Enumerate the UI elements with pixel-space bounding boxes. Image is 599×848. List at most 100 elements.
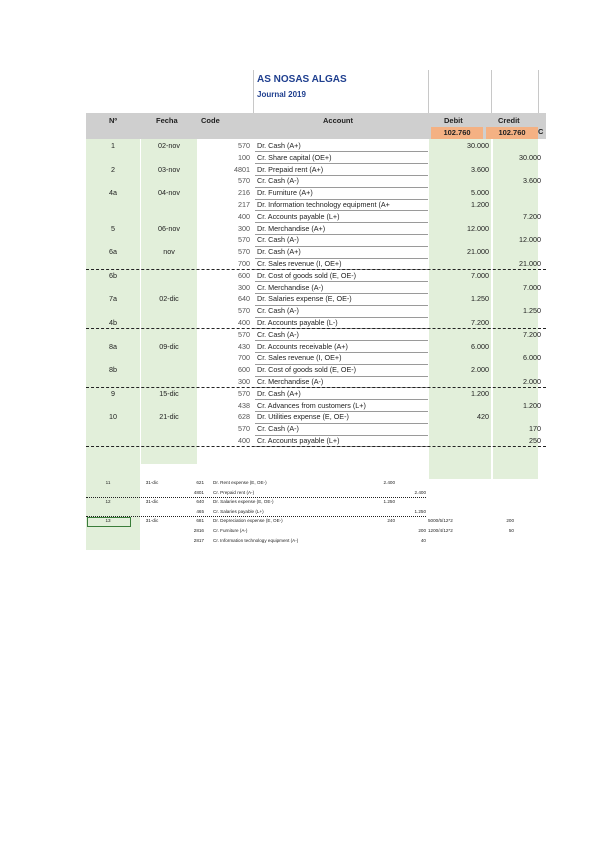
table-row: 5 06-nov 300 Dr. Merchandise (A+) 12.000	[86, 223, 546, 235]
entry-number: 11	[105, 480, 111, 485]
account-name: Cr. Cash (A-)	[257, 306, 299, 316]
credit-amount: 170	[529, 424, 541, 434]
account-name: Dr. Rent expense (E, OE-)	[213, 480, 267, 485]
account-name: Dr. Information technology equipment (A+	[257, 200, 390, 209]
table-row: 2817 Cr. Information technology equipment…	[86, 537, 526, 545]
credit-amount: 12.000	[519, 235, 541, 245]
entry-number: 8a	[109, 341, 117, 351]
account-name: Cr. Cash (A-)	[257, 235, 299, 245]
account-code: 700	[238, 353, 250, 363]
table-row: 2816 Cr. Furniture (A-) 200 1200/4/12*2 50	[86, 527, 526, 535]
account-name: Cr. Advances from customers (L+)	[257, 400, 366, 410]
table-row: 6a nov 570 Dr. Cash (A+) 21.000	[86, 246, 546, 258]
entry-number: 9	[111, 388, 115, 398]
header-debit: Debit	[444, 116, 463, 125]
account-code: 216	[238, 188, 250, 198]
table-row: 8b 600 Dr. Cost of goods sold (E, OE-) 2.00…	[86, 364, 546, 376]
entry-date: 02-dic	[159, 294, 179, 304]
account-name: Cr. Merchandise (A-)	[257, 282, 324, 292]
account-code: 600	[238, 365, 250, 375]
entry-date: 09-dic	[159, 341, 179, 351]
table-row: 400 Cr. Accounts payable (L+) 7.200	[86, 211, 546, 223]
account-code: 465	[196, 508, 204, 514]
journal-subtitle: Journal 2019	[257, 90, 306, 99]
table-row: 6b 600 Dr. Cost of goods sold (E, OE-) 7.00…	[86, 270, 546, 282]
account-code: 2816	[193, 528, 204, 533]
entry-date: 06-nov	[158, 223, 180, 233]
account-name: Cr. Salaries payable (L+)	[213, 508, 264, 514]
account-name: Dr. Depreciation expense (E, OE-)	[213, 518, 283, 524]
credit-amount: 1.250	[523, 306, 541, 316]
account-code: 621	[196, 480, 204, 485]
account-name: Cr. Prepaid rent (A-)	[213, 489, 255, 495]
account-code: 681	[196, 518, 204, 524]
entry-date: 03-nov	[158, 164, 180, 174]
account-name: Dr. Cost of goods sold (E, OE-)	[257, 365, 357, 375]
credit-amount: 7.200	[523, 329, 541, 339]
account-name: Cr. Cash (A-)	[257, 176, 299, 186]
header-partial: C	[538, 127, 544, 136]
company-title: AS NOSAS ALGAS	[257, 74, 347, 85]
account-code: 570	[238, 388, 250, 398]
account-name: Dr. Salaries expense (E, OE-)	[257, 294, 352, 304]
debit-amount: 240	[387, 518, 395, 524]
header-credit: Credit	[498, 116, 520, 125]
entry-date: nov	[163, 247, 175, 257]
credit-amount: 1.200	[523, 400, 541, 410]
debit-amount: 5.000	[471, 188, 489, 198]
table-row: 465 Cr. Salaries payable (L+) 1.250	[86, 508, 526, 516]
table-row: 4a 04-nov 216 Dr. Furniture (A+) 5.000	[86, 187, 546, 199]
account-code: 570	[238, 424, 250, 434]
account-code: 570	[238, 306, 250, 316]
journal-sheet: AS NOSAS ALGAS Journal 2019 Nº Fecha Cod…	[0, 0, 599, 848]
account-code: 570	[238, 141, 250, 150]
credit-amount: 40	[420, 537, 426, 543]
table-row: 300 Cr. Merchandise (A-) 7.000	[86, 282, 546, 294]
credit-amount: 6.000	[523, 353, 541, 363]
debit-amount: 1.200	[471, 388, 489, 398]
table-row: 12 31-dic 640 Dr. Salaries expense (E, OE-)…	[86, 498, 526, 506]
entry-number: 5	[111, 223, 115, 233]
grid-line	[491, 70, 492, 114]
account-code: 300	[238, 282, 250, 292]
account-name: Dr. Furniture (A+)	[257, 188, 313, 198]
debit-amount: 3.600	[471, 164, 489, 174]
table-row: 7a 02-dic 640 Dr. Salaries expense (E, OE-)…	[86, 293, 546, 305]
account-code: 570	[238, 247, 250, 257]
entry-number: 6a	[109, 247, 117, 257]
debit-amount: 21.000	[467, 247, 489, 257]
grid-line	[538, 70, 539, 114]
account-name: Cr. Sales revenue (I, OE+)	[257, 353, 342, 363]
credit-amount: 7.200	[523, 211, 541, 221]
debit-amount: 1.250	[471, 294, 489, 304]
header-account: Account	[323, 116, 353, 125]
account-code: 217	[238, 200, 250, 209]
account-name: Cr. Cash (A-)	[257, 329, 299, 339]
table-row: 11 31-dic 621 Dr. Rent expense (E, OE-) 2.40…	[86, 479, 526, 487]
account-name: Dr. Cash (A+)	[257, 141, 301, 150]
debit-amount: 420	[477, 412, 489, 422]
account-name: Dr. Salaries expense (E, OE-)	[213, 499, 274, 505]
credit-amount: 200	[418, 528, 426, 533]
entry-date: 02-nov	[158, 141, 180, 150]
account-code: 438	[238, 400, 250, 410]
account-code: 400	[238, 211, 250, 221]
entry-number: 2	[111, 164, 115, 174]
selected-cell	[87, 517, 131, 528]
account-code: 628	[238, 412, 250, 422]
account-name: Cr. Accounts payable (L+)	[257, 211, 340, 221]
table-row: 570 Cr. Cash (A-) 170	[86, 423, 546, 435]
entry-date: 31-dic	[145, 499, 159, 505]
account-name: Dr. Merchandise (A+)	[257, 223, 326, 233]
grid-line	[253, 70, 254, 114]
account-name: Dr. Cost of goods sold (E, OE-)	[257, 270, 357, 280]
entry-number: 4a	[109, 188, 117, 198]
table-row: 700 Cr. Sales revenue (I, OE+) 6.000	[86, 352, 546, 364]
account-name: Dr. Cash (A+)	[257, 247, 301, 257]
account-name: Dr. Prepaid rent (A+)	[257, 164, 324, 174]
calculation-note: 5000/5/12*2	[428, 518, 453, 524]
debit-amount: 30.000	[467, 141, 489, 150]
account-code: 570	[238, 176, 250, 186]
table-row: 570 Cr. Cash (A-) 1.250	[86, 305, 546, 317]
account-name: Dr. Accounts receivable (A+)	[257, 341, 348, 351]
